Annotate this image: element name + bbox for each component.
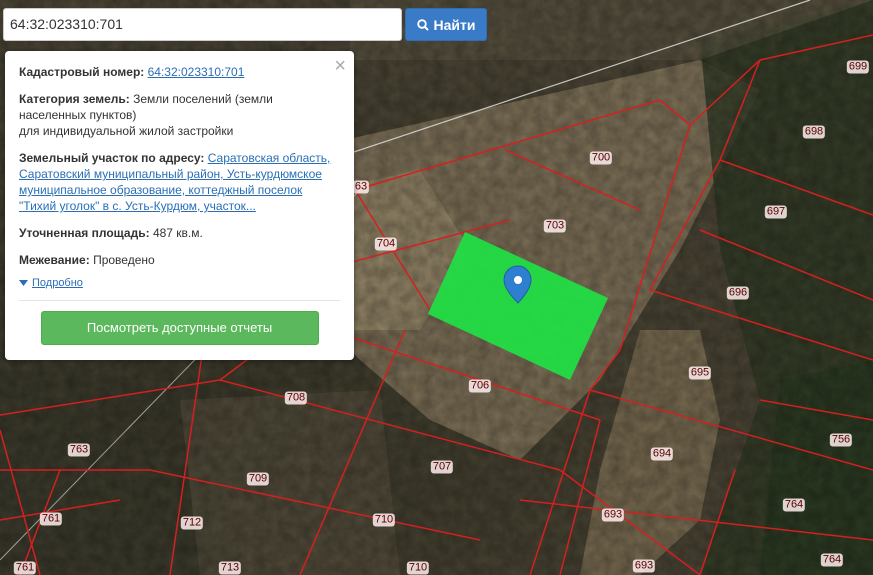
details-label: Подробно bbox=[32, 277, 83, 289]
caret-down-icon bbox=[19, 280, 28, 286]
parcel-number-label: 693 bbox=[632, 559, 656, 573]
survey-row: Межевание: Проведено bbox=[19, 252, 340, 268]
parcel-number-label: 696 bbox=[726, 286, 750, 300]
parcel-number-label: 698 bbox=[802, 125, 826, 139]
parcel-number-label: 756 bbox=[829, 433, 853, 447]
parcel-number-label: 63 bbox=[352, 180, 370, 194]
parcel-number-label: 710 bbox=[406, 561, 430, 575]
parcel-number-label: 699 bbox=[846, 60, 870, 74]
details-toggle[interactable]: Подробно bbox=[19, 277, 340, 289]
cadastral-link[interactable]: 64:32:023310:701 bbox=[148, 65, 245, 79]
survey-label: Межевание: bbox=[19, 253, 90, 267]
parcel-number-label: 700 bbox=[589, 151, 613, 165]
category-value-2: для индивидуальной жилой застройки bbox=[19, 124, 234, 138]
parcel-number-label: 693 bbox=[601, 508, 625, 522]
parcel-number-label: 706 bbox=[468, 379, 492, 393]
search-icon bbox=[416, 18, 429, 31]
parcel-number-label: 707 bbox=[430, 460, 454, 474]
parcel-number-label: 695 bbox=[688, 366, 712, 380]
area-value: 487 кв.м. bbox=[152, 226, 203, 240]
parcel-number-label: 694 bbox=[650, 447, 674, 461]
parcel-number-label: 764 bbox=[820, 553, 844, 567]
area-label: Уточненная площадь: bbox=[19, 226, 150, 240]
parcel-number-label: 763 bbox=[67, 443, 91, 457]
category-row: Категория земель: Земли поселений (земли… bbox=[19, 91, 340, 139]
parcel-number-label: 761 bbox=[39, 512, 63, 526]
parcel-number-label: 713 bbox=[218, 561, 242, 575]
parcel-number-label: 710 bbox=[372, 513, 396, 527]
parcel-number-label: 708 bbox=[284, 391, 308, 405]
area-row: Уточненная площадь: 487 кв.м. bbox=[19, 225, 340, 241]
parcel-number-label: 703 bbox=[543, 219, 567, 233]
parcel-info-popup: × Кадастровый номер: 64:32:023310:701 Ка… bbox=[5, 51, 354, 360]
divider bbox=[19, 300, 340, 301]
survey-value: Проведено bbox=[93, 253, 155, 267]
parcel-number-label: 712 bbox=[180, 516, 204, 530]
parcel-number-label: 709 bbox=[246, 472, 270, 486]
close-icon[interactable]: × bbox=[334, 56, 346, 76]
parcel-number-label: 697 bbox=[764, 205, 788, 219]
parcel-number-label: 764 bbox=[782, 498, 806, 512]
view-reports-button[interactable]: Посмотреть доступные отчеты bbox=[40, 311, 319, 345]
parcel-number-label: 761 bbox=[13, 561, 37, 575]
cadastral-label: Кадастровый номер: bbox=[19, 65, 145, 79]
category-label: Категория земель: bbox=[19, 92, 130, 106]
parcel-number-label: 704 bbox=[374, 237, 398, 251]
cadastral-row: Кадастровый номер: 64:32:023310:701 bbox=[19, 64, 340, 80]
address-label: Земельный участок по адресу: bbox=[19, 151, 205, 165]
search-button[interactable]: Найти bbox=[405, 8, 487, 41]
address-row: Земельный участок по адресу: Саратовская… bbox=[19, 150, 340, 214]
search-button-label: Найти bbox=[433, 16, 476, 33]
search-input[interactable]: 64:32:023310:701 bbox=[3, 8, 402, 41]
